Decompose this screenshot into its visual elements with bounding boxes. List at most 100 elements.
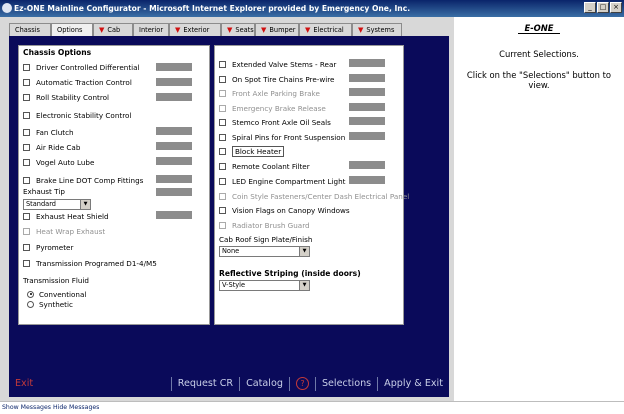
option-spiral-pins[interactable]: Spiral Pins for Front Suspension [219, 131, 345, 143]
option-radiator-brush-guard: Radiator Brush Guard [219, 219, 310, 231]
minimize-button[interactable]: _ [584, 2, 596, 13]
option-fan-clutch[interactable]: Fan Clutch [23, 126, 74, 138]
price-bar [349, 74, 385, 82]
tab-options[interactable]: Options [51, 23, 93, 36]
divider [314, 376, 316, 391]
window-title: Ez-ONE Mainline Configurator - Microsoft… [14, 4, 411, 13]
option-emergency-brake-release: Emergency Brake Release [219, 102, 326, 114]
tab-cab[interactable]: ▼ Cab [93, 23, 133, 36]
option-extended-valve-stems[interactable]: Extended Valve Stems - Rear [219, 58, 336, 70]
option-led-engine-light[interactable]: LED Engine Compartment Light [219, 175, 345, 187]
tab-chassis[interactable]: Chassis [9, 23, 51, 36]
catalog-button[interactable]: Catalog [246, 378, 283, 389]
tab-exterior[interactable]: ▼ Exterior [169, 23, 221, 36]
checkbox[interactable] [219, 133, 226, 141]
help-icon[interactable]: ? [295, 377, 309, 390]
tab-interior[interactable]: Interior [133, 23, 169, 36]
checkbox[interactable] [219, 177, 226, 185]
checkbox[interactable] [23, 176, 30, 184]
exhaust-tip-select[interactable]: Standard ▼ [23, 199, 91, 210]
checkbox[interactable] [23, 128, 30, 136]
checkbox[interactable] [23, 111, 30, 119]
tab-systems[interactable]: ▼ Systems [352, 23, 402, 36]
exit-button[interactable]: Exit [15, 378, 33, 389]
option-air-ride-cab[interactable]: Air Ride Cab [23, 141, 80, 153]
checkbox[interactable] [23, 259, 30, 267]
checkbox[interactable] [219, 206, 226, 214]
cab-roof-select[interactable]: None ▼ [219, 246, 310, 257]
radio-synthetic[interactable]: Synthetic [27, 298, 73, 310]
checkbox [219, 104, 226, 112]
checkbox[interactable] [219, 60, 226, 68]
checkbox[interactable] [23, 78, 30, 86]
dropdown-arrow-icon: ▼ [299, 247, 309, 256]
option-electronic-stability-control[interactable]: Electronic Stability Control [23, 109, 131, 121]
option-on-spot-tire-chains[interactable]: On Spot Tire Chains Pre-wire [219, 73, 334, 85]
radio-button[interactable] [27, 290, 34, 298]
option-coin-style-fasteners: Coin Style Fasteners/Center Dash Electri… [219, 190, 409, 202]
option-stemco-oil-seals[interactable]: Stemco Front Axle Oil Seals [219, 116, 331, 128]
checkbox[interactable] [219, 118, 226, 126]
maximize-button[interactable]: □ [597, 2, 609, 13]
tab-seats[interactable]: ▼ Seats [221, 23, 255, 36]
tab-bumper[interactable]: ▼ Bumper [255, 23, 299, 36]
option-remote-coolant-filter[interactable]: Remote Coolant Filter [219, 160, 310, 172]
selections-button[interactable]: Selections [322, 378, 371, 389]
option-transmission-programed[interactable]: Transmission Programed D1-4/M5 [23, 257, 157, 269]
checkbox[interactable] [219, 162, 226, 170]
status-bar: Show Messages Hide Messages [0, 401, 624, 414]
exhaust-tip-label: Exhaust Tip [23, 187, 65, 196]
checkbox[interactable] [23, 158, 30, 166]
transmission-fluid-label: Transmission Fluid [23, 276, 89, 285]
red-arrow-icon: ▼ [358, 26, 364, 34]
options-area: Chassis Options Driver Controlled Differ… [9, 36, 449, 370]
option-vision-flags[interactable]: Vision Flags on Canopy Windows [219, 204, 350, 216]
option-automatic-traction-control[interactable]: Automatic Traction Control [23, 76, 132, 88]
option-block-heater[interactable]: Block Heater [219, 145, 285, 157]
tab-electrical[interactable]: ▼ Electrical [299, 23, 352, 36]
checkbox[interactable] [23, 243, 30, 251]
request-cr-button[interactable]: Request CR [178, 378, 233, 389]
divider [377, 376, 379, 391]
option-driver-controlled-differential[interactable]: Driver Controlled Differential [23, 61, 140, 73]
tab-strip: Chassis Options ▼ Cab Interior ▼ Exterior … [9, 23, 402, 36]
red-arrow-icon: ▼ [227, 26, 233, 34]
option-pyrometer[interactable]: Pyrometer [23, 241, 73, 253]
striping-label: Reflective Striping (inside doors) [219, 269, 361, 278]
hide-messages-link[interactable]: Hide Messages [53, 404, 99, 411]
checkbox [219, 192, 226, 200]
striping-select[interactable]: V-Style ▼ [219, 280, 310, 291]
panel-header: Chassis Options [23, 48, 92, 57]
option-roll-stability-control[interactable]: Roll Stability Control [23, 91, 109, 103]
checkbox[interactable] [23, 93, 30, 101]
price-bar [156, 127, 192, 135]
radio-button[interactable] [27, 300, 34, 308]
browser-icon [2, 3, 12, 13]
option-brake-line-dot-comp-fittings[interactable]: Brake Line DOT Comp Fittings [23, 174, 143, 186]
option-vogel-auto-lube[interactable]: Vogel Auto Lube [23, 156, 94, 168]
red-arrow-icon: ▼ [99, 26, 105, 34]
price-bar [349, 161, 385, 169]
price-bar [156, 188, 192, 196]
option-front-axle-parking-brake: Front Axle Parking Brake [219, 87, 320, 99]
dropdown-arrow-icon: ▼ [80, 200, 90, 209]
checkbox[interactable] [219, 147, 226, 155]
show-messages-link[interactable]: Show Messages [2, 404, 51, 411]
checkbox[interactable] [23, 63, 30, 71]
checkbox[interactable] [219, 75, 226, 83]
selections-message: Click on the "Selections" button to view… [466, 70, 612, 90]
price-bar [156, 142, 192, 150]
close-button[interactable]: × [610, 2, 622, 13]
price-bar [349, 88, 385, 96]
configurator-pane: Chassis Options ▼ Cab Interior ▼ Exterior … [0, 17, 454, 401]
selections-sidebar: E-ONE Current Selections. Click on the "… [454, 17, 624, 401]
checkbox [219, 89, 226, 97]
divider [288, 376, 290, 391]
checkbox[interactable] [23, 212, 30, 220]
price-bar [349, 132, 385, 140]
option-exhaust-heat-shield[interactable]: Exhaust Heat Shield [23, 210, 109, 222]
price-bar [349, 59, 385, 67]
price-bar [156, 78, 192, 86]
apply-exit-button[interactable]: Apply & Exit [384, 378, 443, 389]
checkbox[interactable] [23, 143, 30, 151]
